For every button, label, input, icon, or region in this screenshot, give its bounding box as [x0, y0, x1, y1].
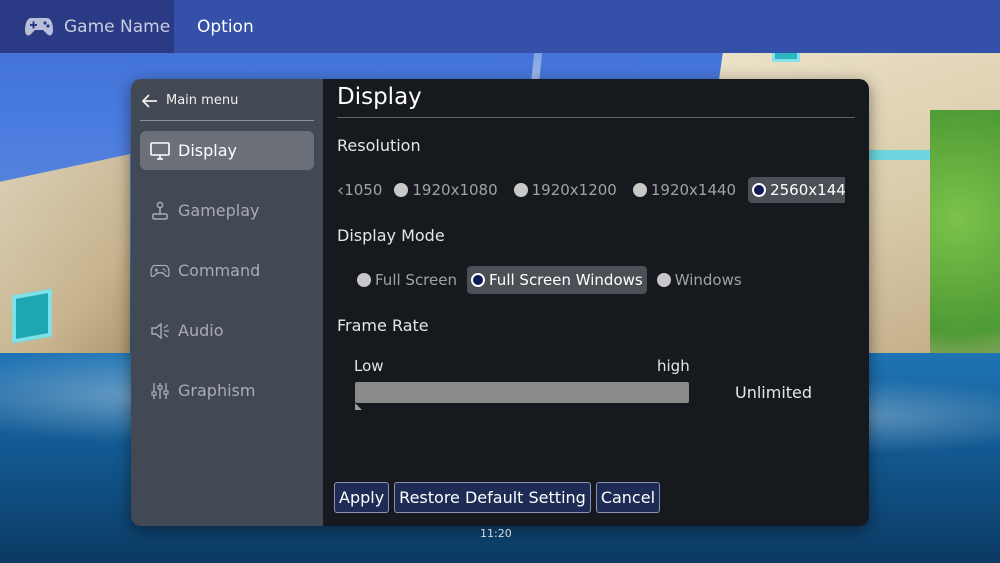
- resolution-option[interactable]: 1920x1080: [390, 177, 501, 203]
- slider-thumb[interactable]: [355, 403, 362, 410]
- top-bar: Game Name Option: [0, 0, 1000, 53]
- display-mode-option-selected[interactable]: Full Screen Windows: [467, 266, 647, 294]
- sidebar-item-label: Audio: [178, 321, 224, 340]
- app-name: Game Name: [64, 16, 171, 37]
- display-mode-option-label: Full Screen Windows: [489, 271, 643, 289]
- sidebar-item-graphism[interactable]: Graphism: [140, 371, 314, 410]
- sliders-icon: [150, 381, 170, 401]
- resolution-option-label: 1920x1200: [531, 181, 617, 199]
- chevron-left-icon[interactable]: ‹: [337, 180, 344, 201]
- sidebar-divider: [140, 120, 314, 121]
- radio-icon: [656, 273, 671, 287]
- display-mode-option[interactable]: Full Screen: [353, 266, 461, 294]
- resolution-option[interactable]: 1920x1200: [510, 177, 621, 203]
- options-dialog: Main menu Display Gameplay Command Audio…: [131, 79, 869, 526]
- resolution-selector: ‹ 1050 1920x1080 1920x1200 1920x1440 256…: [337, 176, 845, 204]
- resolution-option-label: 2560x1440: [770, 181, 845, 199]
- frame-rate-high-label: high: [657, 357, 690, 375]
- resolution-option[interactable]: 1920x1440: [629, 177, 740, 203]
- sidebar: Main menu Display Gameplay Command Audio…: [131, 79, 323, 526]
- frame-rate-low-label: Low: [354, 357, 384, 375]
- arrow-left-icon: [141, 93, 158, 108]
- restore-default-button[interactable]: Restore Default Setting: [394, 482, 591, 513]
- sidebar-item-label: Gameplay: [178, 201, 260, 220]
- sidebar-item-command[interactable]: Command: [140, 251, 314, 290]
- joystick-icon: [150, 201, 170, 221]
- radio-icon: [394, 183, 409, 197]
- resolution-option-label: 1920x1440: [650, 181, 737, 199]
- display-mode-option-label: Windows: [674, 271, 742, 289]
- sidebar-item-gameplay[interactable]: Gameplay: [140, 191, 314, 230]
- back-to-main-menu[interactable]: Main menu: [140, 89, 314, 111]
- resolution-label: Resolution: [337, 136, 421, 155]
- gamepad-icon: [24, 16, 54, 38]
- tab-option-label: Option: [197, 16, 254, 37]
- display-mode-label: Display Mode: [337, 226, 445, 245]
- frame-rate-value: Unlimited: [735, 383, 813, 402]
- monitor-icon: [150, 141, 170, 161]
- sidebar-item-audio[interactable]: Audio: [140, 311, 314, 350]
- frame-rate-label: Frame Rate: [337, 316, 429, 335]
- radio-selected-icon: [752, 183, 767, 197]
- title-divider: [337, 117, 855, 118]
- brand[interactable]: Game Name: [0, 0, 174, 53]
- tab-option[interactable]: Option: [174, 0, 1000, 53]
- speaker-icon: [150, 321, 170, 341]
- sidebar-item-label: Graphism: [178, 381, 256, 400]
- sidebar-item-display[interactable]: Display: [140, 131, 314, 170]
- display-settings-panel: Display Resolution ‹ 1050 1920x1080 1920…: [323, 79, 869, 526]
- sidebar-item-label: Command: [178, 261, 261, 280]
- display-mode-option-label: Full Screen: [375, 271, 457, 289]
- apply-button[interactable]: Apply: [334, 482, 390, 513]
- cancel-button[interactable]: Cancel: [595, 482, 661, 513]
- radio-selected-icon: [471, 273, 485, 287]
- radio-icon: [513, 183, 528, 197]
- page-title: Display: [337, 84, 422, 110]
- radio-icon: [357, 273, 371, 287]
- display-mode-selector: Full Screen Full Screen Windows Windows: [353, 266, 746, 294]
- resolution-option-label: 1920x1080: [412, 181, 498, 199]
- radio-icon: [632, 183, 647, 197]
- resolution-option-selected[interactable]: 2560x1440: [748, 177, 845, 203]
- controller-icon: [150, 261, 170, 281]
- dialog-actions: Apply Restore Default Setting Cancel: [334, 482, 661, 513]
- bg-window-left: [12, 288, 52, 344]
- display-mode-option[interactable]: Windows: [653, 266, 746, 294]
- resolution-option-partial[interactable]: 1050: [344, 181, 382, 199]
- sidebar-item-label: Display: [178, 141, 237, 160]
- frame-rate-slider[interactable]: [355, 382, 689, 410]
- back-label: Main menu: [166, 92, 239, 108]
- footer-note: 11:20: [480, 527, 512, 540]
